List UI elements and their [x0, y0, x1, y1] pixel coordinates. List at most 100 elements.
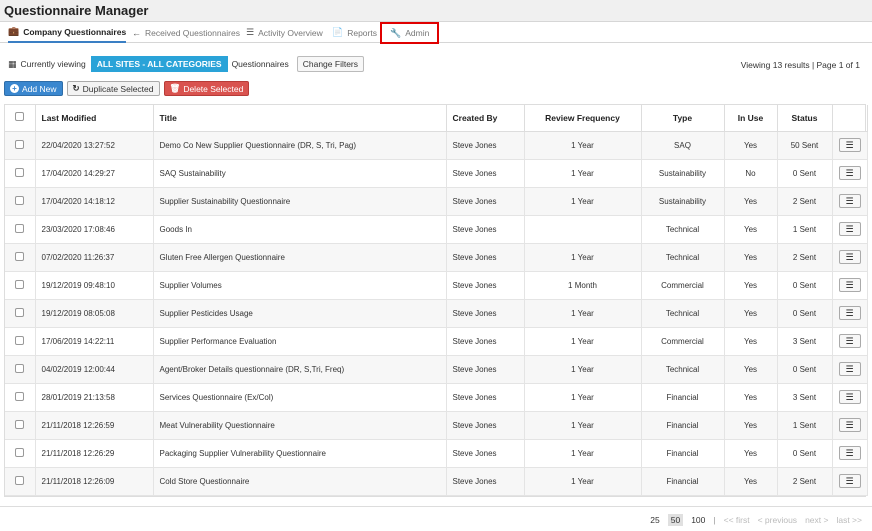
- row-menu-button[interactable]: ☰: [838, 334, 861, 348]
- table-row[interactable]: 17/04/2020 14:18:12 Supplier Sustainabili…: [5, 187, 868, 216]
- cell-title[interactable]: Packaging Supplier Vulnerability Questio…: [153, 439, 447, 468]
- row-checkbox[interactable]: [15, 335, 25, 345]
- cell-type: Financial: [641, 411, 725, 440]
- row-actions-cell: ☰: [832, 299, 868, 328]
- table-row[interactable]: 04/02/2019 12:00:44 Agent/Broker Details …: [5, 355, 868, 384]
- cell-title[interactable]: Supplier Performance Evaluation: [153, 327, 447, 356]
- col-actions: [832, 105, 868, 132]
- row-checkbox[interactable]: [15, 167, 25, 177]
- col-review-frequency[interactable]: Review Frequency: [524, 105, 642, 132]
- row-checkbox[interactable]: [15, 223, 25, 233]
- row-actions-cell: ☰: [832, 327, 868, 356]
- row-menu-button[interactable]: ☰: [838, 194, 861, 208]
- cell-in-use: No: [724, 159, 778, 188]
- tab-reports[interactable]: 📄 Reports: [332, 22, 377, 43]
- row-menu-button[interactable]: ☰: [838, 390, 861, 404]
- pager-next[interactable]: next >: [805, 515, 828, 525]
- row-checkbox[interactable]: [15, 139, 25, 149]
- row-menu-button[interactable]: ☰: [838, 418, 861, 432]
- table-row[interactable]: 19/12/2019 09:48:10 Supplier Volumes Steve…: [5, 271, 868, 300]
- duplicate-selected-button[interactable]: ↻ Duplicate Selected: [66, 81, 160, 96]
- cell-review-frequency: 1 Year: [524, 327, 642, 356]
- cell-created-by: Steve Jones: [446, 159, 525, 188]
- table-row[interactable]: 17/06/2019 14:22:11 Supplier Performance …: [5, 327, 868, 356]
- cell-in-use: Yes: [724, 411, 778, 440]
- row-checkbox[interactable]: [15, 363, 25, 373]
- page-size-50[interactable]: 50: [667, 514, 684, 526]
- cell-title[interactable]: Supplier Pesticides Usage: [153, 299, 447, 328]
- table-row[interactable]: 21/11/2018 12:26:29 Packaging Supplier Vu…: [5, 439, 868, 468]
- cell-title[interactable]: Cold Store Questionnaire: [153, 467, 447, 496]
- row-menu-button[interactable]: ☰: [838, 166, 861, 180]
- row-checkbox[interactable]: [15, 447, 25, 457]
- select-all-checkbox[interactable]: [15, 112, 25, 122]
- cell-title[interactable]: SAQ Sustainability: [153, 159, 447, 188]
- pager-first[interactable]: << first: [724, 515, 750, 525]
- table-row[interactable]: 22/04/2020 13:27:52 Demo Co New Supplier …: [5, 131, 868, 160]
- table-row[interactable]: 19/12/2019 08:05:08 Supplier Pesticides U…: [5, 299, 868, 328]
- cell-title[interactable]: Demo Co New Supplier Questionnaire (DR, …: [153, 131, 447, 160]
- cell-title[interactable]: Supplier Sustainability Questionnaire: [153, 187, 447, 216]
- col-created-by[interactable]: Created By: [446, 105, 525, 132]
- page-size-25[interactable]: 25: [650, 515, 659, 525]
- cell-last-modified: 21/11/2018 12:26:09: [35, 467, 154, 496]
- col-last-modified[interactable]: Last Modified: [35, 105, 154, 132]
- table-row[interactable]: 21/11/2018 12:26:59 Meat Vulnerability Qu…: [5, 411, 868, 440]
- row-menu-button[interactable]: ☰: [838, 362, 861, 376]
- cell-status: 1 Sent: [777, 215, 833, 244]
- cell-last-modified: 19/12/2019 09:48:10: [35, 271, 154, 300]
- cell-created-by: Steve Jones: [446, 467, 525, 496]
- trash-icon: 🗑: [169, 83, 181, 93]
- list-icon: ☰: [845, 447, 854, 458]
- cell-review-frequency: 1 Year: [524, 131, 642, 160]
- row-menu-button[interactable]: ☰: [838, 138, 861, 152]
- col-status[interactable]: Status: [777, 105, 833, 132]
- row-checkbox[interactable]: [15, 475, 25, 485]
- row-menu-button[interactable]: ☰: [838, 306, 861, 320]
- add-new-button[interactable]: + Add New: [4, 81, 63, 96]
- cell-review-frequency: 1 Year: [524, 439, 642, 468]
- pager-last[interactable]: last >>: [836, 515, 862, 525]
- cell-title[interactable]: Goods In: [153, 215, 447, 244]
- cell-review-frequency: 1 Year: [524, 299, 642, 328]
- change-filters-button[interactable]: Change Filters: [296, 56, 365, 72]
- cell-in-use: Yes: [724, 243, 778, 272]
- cell-title[interactable]: Agent/Broker Details questionnaire (DR, …: [153, 355, 447, 384]
- cell-title[interactable]: Supplier Volumes: [153, 271, 447, 300]
- row-checkbox[interactable]: [15, 307, 25, 317]
- cell-title[interactable]: Meat Vulnerability Questionnaire: [153, 411, 447, 440]
- row-menu-button[interactable]: ☰: [838, 250, 861, 264]
- row-menu-button[interactable]: ☰: [838, 278, 861, 292]
- table-row[interactable]: 28/01/2019 21:13:58 Services Questionnair…: [5, 383, 868, 412]
- list-icon: ☰: [845, 167, 854, 178]
- row-menu-button[interactable]: ☰: [838, 446, 861, 460]
- table-row[interactable]: 23/03/2020 17:08:46 Goods In Steve Jones Te…: [5, 215, 868, 244]
- cell-title[interactable]: Gluten Free Allergen Questionnaire: [153, 243, 447, 272]
- row-checkbox[interactable]: [15, 419, 25, 429]
- table-row[interactable]: 21/11/2018 12:26:09 Cold Store Questionna…: [5, 467, 868, 496]
- row-checkbox[interactable]: [15, 195, 25, 205]
- row-menu-button[interactable]: ☰: [838, 474, 861, 488]
- table-row[interactable]: 17/04/2020 14:29:27 SAQ Sustainability Ste…: [5, 159, 868, 188]
- tab-company-questionnaires[interactable]: 💼 Company Questionnaires: [8, 22, 127, 43]
- row-checkbox[interactable]: [15, 391, 25, 401]
- cell-review-frequency: 1 Year: [524, 187, 642, 216]
- delete-selected-button[interactable]: 🗑 Delete Selected: [163, 81, 250, 96]
- tab-received-questionnaires[interactable]: ← Received Questionnaires: [132, 22, 240, 43]
- row-menu-button[interactable]: ☰: [838, 222, 861, 236]
- tab-activity-overview[interactable]: ☰ Activity Overview: [246, 22, 323, 43]
- questionnaires-label: Questionnaires: [231, 59, 289, 69]
- cell-in-use: Yes: [724, 215, 778, 244]
- table-row[interactable]: 07/02/2020 11:26:37 Gluten Free Allergen …: [5, 243, 868, 272]
- tab-admin[interactable]: 🔧 Admin: [380, 22, 440, 44]
- col-in-use[interactable]: In Use: [724, 105, 778, 132]
- row-select-cell: [5, 299, 36, 328]
- pager-previous[interactable]: < previous: [758, 515, 797, 525]
- row-checkbox[interactable]: [15, 279, 25, 289]
- row-checkbox[interactable]: [15, 251, 25, 261]
- cell-title[interactable]: Services Questionnaire (Ex/Col): [153, 383, 447, 412]
- page-size-100[interactable]: 100: [691, 515, 705, 525]
- col-title[interactable]: Title: [153, 105, 447, 132]
- col-type[interactable]: Type: [641, 105, 725, 132]
- list-icon: ☰: [845, 391, 854, 402]
